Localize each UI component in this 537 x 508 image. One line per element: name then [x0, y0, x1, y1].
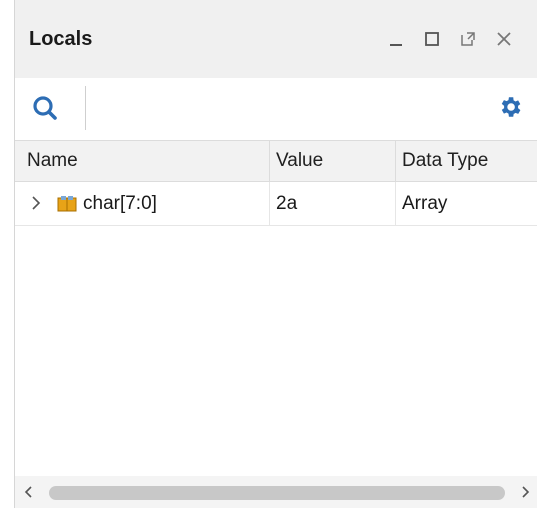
- table-row[interactable]: char[7:0] 2a Array: [15, 182, 537, 226]
- horizontal-scrollbar[interactable]: [15, 476, 537, 508]
- row-name: char[7:0]: [83, 193, 157, 214]
- settings-button[interactable]: [495, 92, 525, 122]
- table-header: Name Value Data Type: [15, 140, 537, 182]
- scroll-right-icon[interactable]: [517, 484, 533, 500]
- row-value: 2a: [269, 182, 395, 225]
- close-icon: [497, 32, 511, 46]
- maximize-icon: [425, 32, 439, 46]
- float-button[interactable]: [455, 26, 481, 52]
- toolbar-separator: [85, 86, 86, 130]
- maximize-button[interactable]: [419, 26, 445, 52]
- search-icon: [33, 96, 57, 120]
- locals-panel: Locals Name Value Data Type char[7:0] 2a…: [14, 0, 537, 508]
- scroll-left-icon[interactable]: [21, 484, 37, 500]
- panel-title-bar: Locals: [15, 0, 537, 78]
- minimize-icon: [390, 44, 402, 46]
- column-header-name[interactable]: Name: [21, 141, 269, 181]
- scrollbar-thumb[interactable]: [49, 486, 505, 500]
- minimize-button[interactable]: [383, 26, 409, 52]
- panel-title: Locals: [29, 28, 93, 50]
- column-header-value[interactable]: Value: [269, 141, 395, 181]
- gear-icon: [501, 97, 521, 117]
- column-header-data-type[interactable]: Data Type: [395, 141, 537, 181]
- chevron-right-icon[interactable]: [27, 194, 45, 212]
- array-variable-icon: [57, 196, 77, 212]
- search-button[interactable]: [29, 92, 61, 124]
- float-icon: [461, 32, 475, 46]
- row-data-type: Array: [395, 182, 537, 225]
- close-button[interactable]: [491, 26, 517, 52]
- panel-toolbar: [15, 78, 537, 140]
